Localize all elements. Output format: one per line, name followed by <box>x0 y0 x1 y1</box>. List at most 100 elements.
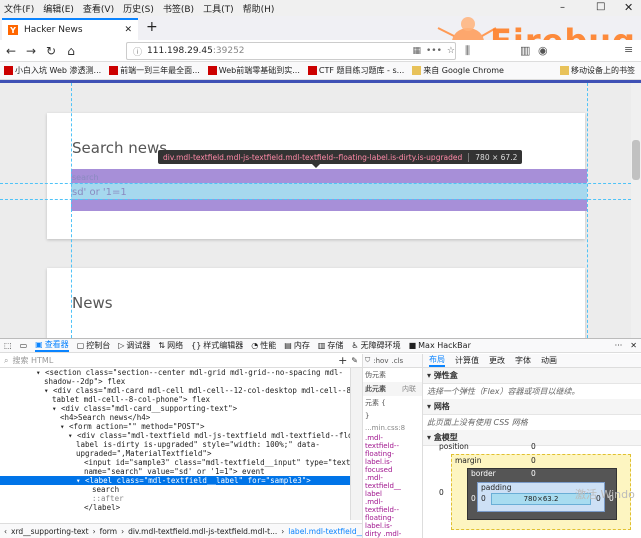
menu-edit[interactable]: 编辑(E) <box>43 2 74 15</box>
windows-activation-watermark: 激活 Windo <box>575 488 635 501</box>
html-search[interactable]: ⌕ 搜索 HTML + ✎ <box>0 354 362 368</box>
layout-tabs: 布局 计算值 更改 字体 动画 <box>423 354 641 368</box>
tab-storage[interactable]: ▥ 存储 <box>318 340 344 351</box>
markup-line[interactable]: ▾ <form action="" method="POST"> <box>0 422 350 431</box>
qr-icon[interactable]: ▦ <box>412 46 421 56</box>
tab-accessibility[interactable]: ♿ 无障碍环境 <box>351 340 400 351</box>
menu-file[interactable]: 文件(F) <box>4 2 34 15</box>
margin-top-value[interactable]: 0 <box>531 456 536 465</box>
markup-line[interactable]: shadow--2dp"> flex <box>0 377 350 386</box>
breadcrumb-prev-icon[interactable]: ‹ <box>4 527 7 536</box>
bookmark-item[interactable]: CTF 题目练习题库 - s... <box>307 65 405 76</box>
library-icon[interactable]: ⫼ <box>465 44 470 58</box>
border-left-value[interactable]: 0 <box>471 494 476 503</box>
mobile-bookmarks[interactable]: 移动设备上的书签 <box>560 65 635 76</box>
tab-memory[interactable]: ▤ 内存 <box>284 340 310 351</box>
bookmark-label: CTF 题目练习题库 - s... <box>318 66 405 75</box>
menu-history[interactable]: 历史(S) <box>123 2 154 15</box>
page-scrollbar[interactable] <box>631 83 641 338</box>
breadcrumb-item[interactable]: form <box>100 527 118 536</box>
page-actions-icon[interactable]: ••• <box>426 46 442 56</box>
tab-network[interactable]: ⇅ 网络 <box>158 340 183 351</box>
menu-bookmarks[interactable]: 书签(B) <box>163 2 194 15</box>
bookmark-star-icon[interactable]: ☆ <box>447 46 455 56</box>
tab-style-editor[interactable]: {} 样式编辑器 <box>191 340 243 351</box>
breadcrumb-item[interactable]: xrd__supporting-text <box>11 527 89 536</box>
reload-icon[interactable]: ↻ <box>42 42 60 60</box>
guide-top <box>0 183 631 184</box>
markup-line[interactable]: ▾ <div class="mdl-textfield mdl-js-textf… <box>0 431 350 440</box>
filter-icon: ⛉ <box>365 356 371 364</box>
tab-hacker-news[interactable]: Y Hacker News ✕ <box>2 18 138 40</box>
border-top-value[interactable]: 0 <box>531 469 536 478</box>
hov-toggle[interactable]: :hov <box>373 357 388 365</box>
markup-line[interactable]: ▾ <div class="mdl-card__supporting-text"… <box>0 404 350 413</box>
responsive-icon[interactable]: ▭ <box>20 341 28 350</box>
app-menu-icon[interactable]: ≡ <box>624 43 633 56</box>
eyedropper-icon[interactable]: ✎ <box>351 356 358 365</box>
margin-label: margin <box>455 456 482 465</box>
markup-line[interactable]: upgraded=",MaterialTextfield"> <box>0 449 350 458</box>
bookmark-item[interactable]: 小白入坑 Web 渗透测... <box>4 65 101 76</box>
grid-section[interactable]: ▾ 网格 <box>423 399 641 415</box>
markup-line[interactable]: name="search" value="sd' or '1=1"> event <box>0 467 350 476</box>
tab-computed[interactable]: 计算值 <box>455 355 479 366</box>
options-icon[interactable]: ··· <box>615 341 623 350</box>
tooltip-selector: div.mdl-textfield.mdl-js-textfield.mdl-t… <box>163 152 463 162</box>
margin-left-value[interactable]: 0 <box>439 488 444 497</box>
markup-line[interactable]: <input id="sample3" class="mdl-textfield… <box>0 458 350 467</box>
breadcrumb-item[interactable]: div.mdl-textfield.mdl-js-textfield.mdl-t… <box>128 527 277 536</box>
markup-line[interactable]: <h4>Search news</h4> <box>0 413 350 422</box>
markup-line[interactable]: tablet mdl-cell--8-col-phone"> flex <box>0 395 350 404</box>
markup-line[interactable]: ▾ <div class="mdl-card mdl-cell mdl-cell… <box>0 386 350 395</box>
breadcrumb-item-current[interactable]: label.mdl-textfield__label <box>288 527 362 536</box>
menu-help[interactable]: 帮助(H) <box>243 2 275 15</box>
markup-scrollbar[interactable] <box>350 368 362 520</box>
performance-icon: ◔ <box>251 341 259 350</box>
sidebar-icon[interactable]: ▥ <box>520 44 530 57</box>
bookmark-item[interactable]: Web前端零基础到实... <box>207 65 300 76</box>
content-size[interactable]: 780×63.2 <box>524 495 559 503</box>
padding-left-value[interactable]: 0 <box>481 494 486 503</box>
close-devtools-icon[interactable]: ✕ <box>630 341 637 350</box>
markup-text: tablet mdl-cell--8-col-phone"> flex <box>52 395 211 404</box>
rules-filter[interactable]: ⛉ :hov .cls <box>363 354 422 368</box>
tab-animations[interactable]: 动画 <box>541 355 557 366</box>
page-info-icon[interactable]: ⓘ <box>133 45 142 58</box>
account-icon[interactable]: ◉ <box>538 44 548 57</box>
search-input[interactable] <box>71 183 587 199</box>
tab-layout[interactable]: 布局 <box>429 354 445 367</box>
page-scrollbar-thumb[interactable] <box>632 140 640 180</box>
menu-view[interactable]: 查看(V) <box>83 2 114 15</box>
back-icon[interactable]: ← <box>2 42 20 60</box>
markup-line[interactable]: ▾ <section class="section--center mdl-gr… <box>0 368 350 377</box>
flexbox-section[interactable]: ▾ 弹性盒 <box>423 368 641 384</box>
tab-hackbar[interactable]: ■ Max HackBar <box>409 341 471 350</box>
close-tab-icon[interactable]: ✕ <box>124 25 132 35</box>
new-tab-icon[interactable]: + <box>146 19 158 35</box>
cls-toggle[interactable]: .cls <box>391 357 403 365</box>
tab-debugger[interactable]: ▷ 调试器 <box>118 340 150 351</box>
markup-line[interactable]: label is-dirty is-upgraded" style="width… <box>0 440 350 449</box>
tab-changes[interactable]: 更改 <box>489 355 505 366</box>
markup-line[interactable]: ::after <box>0 494 350 503</box>
rule-source[interactable]: ...min.css:8 <box>363 422 422 434</box>
url-port: :39252 <box>212 46 245 56</box>
forward-icon[interactable]: → <box>22 42 40 60</box>
markup-line[interactable]: </label> <box>0 503 350 512</box>
tab-inspector[interactable]: ▣ 查看器 <box>35 339 69 352</box>
position-value[interactable]: 0 <box>531 442 536 451</box>
tab-performance[interactable]: ◔ 性能 <box>251 340 276 351</box>
markup-line-selected[interactable]: ▾ <label class="mdl-textfield__label" fo… <box>0 476 350 485</box>
add-node-icon[interactable]: + <box>338 354 347 367</box>
element-picker-icon[interactable]: ⬚ <box>4 341 12 350</box>
bookmark-item[interactable]: 前端一到三年最全面... <box>109 65 200 76</box>
tab-console[interactable]: ▢ 控制台 <box>77 340 111 351</box>
bookmark-folder[interactable]: 来自 Google Chrome <box>412 65 504 76</box>
menu-tools[interactable]: 工具(T) <box>203 2 234 15</box>
markup-line[interactable]: search <box>0 485 350 494</box>
home-icon[interactable]: ⌂ <box>62 42 80 60</box>
url-bar[interactable]: ⓘ 111.198.29.45:39252 ▦ ••• ☆ <box>126 42 456 60</box>
pseudo-elements[interactable]: 伪元素 <box>363 368 422 382</box>
tab-fonts[interactable]: 字体 <box>515 355 531 366</box>
